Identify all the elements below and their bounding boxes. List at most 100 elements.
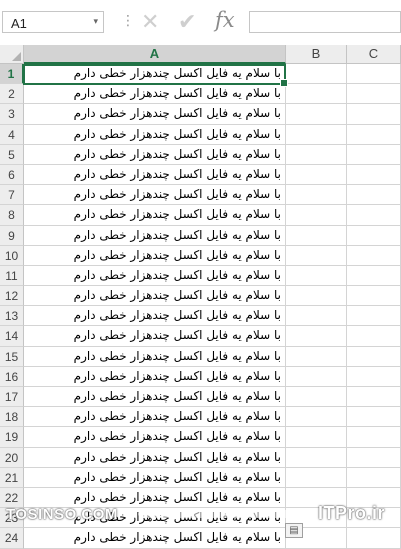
cell-c[interactable] xyxy=(347,245,401,266)
cell-a[interactable]: با سلام یه فایل اکسل چندهزار خطی دارم xyxy=(24,346,286,367)
cell-b[interactable] xyxy=(286,447,347,468)
row-header[interactable]: 2 xyxy=(0,84,24,105)
row-header[interactable]: 8 xyxy=(0,205,24,226)
cell-b[interactable] xyxy=(286,205,347,226)
cell-c[interactable] xyxy=(347,84,401,105)
cell-c[interactable] xyxy=(347,104,401,125)
cell-a[interactable]: با سلام یه فایل اکسل چندهزار خطی دارم xyxy=(24,64,286,85)
insert-function-icon[interactable]: fx xyxy=(215,8,235,32)
cell-a[interactable]: با سلام یه فایل اکسل چندهزار خطی دارم xyxy=(24,326,286,347)
row-header[interactable]: 13 xyxy=(0,306,24,327)
column-header-a[interactable]: A xyxy=(24,45,286,64)
cell-b[interactable] xyxy=(286,387,347,408)
cell-a[interactable]: با سلام یه فایل اکسل چندهزار خطی دارم xyxy=(24,104,286,125)
cell-a[interactable]: با سلام یه فایل اکسل چندهزار خطی دارم xyxy=(24,286,286,307)
cell-b[interactable] xyxy=(286,185,347,206)
row-header[interactable]: 15 xyxy=(0,346,24,367)
cell-b[interactable] xyxy=(286,225,347,246)
cell-c[interactable] xyxy=(347,265,401,287)
chevron-down-icon[interactable]: ▾ xyxy=(93,16,98,27)
cell-b[interactable] xyxy=(286,124,347,145)
name-box[interactable]: A1 ▾ xyxy=(2,11,104,33)
cell-a[interactable]: با سلام یه فایل اکسل چندهزار خطی دارم xyxy=(24,185,286,206)
cell-c[interactable] xyxy=(347,144,401,165)
row-header[interactable]: 4 xyxy=(0,124,24,145)
cell-a[interactable]: با سلام یه فایل اکسل چندهزار خطی دارم xyxy=(24,306,286,327)
row-header[interactable]: 18 xyxy=(0,407,24,428)
cell-a[interactable]: با سلام یه فایل اکسل چندهزار خطی دارم xyxy=(24,407,286,428)
cell-a[interactable]: با سلام یه فایل اکسل چندهزار خطی دارم xyxy=(24,205,286,226)
cell-b[interactable] xyxy=(286,467,347,488)
cell-b[interactable] xyxy=(286,265,347,287)
cell-c[interactable] xyxy=(347,185,401,206)
cell-b[interactable] xyxy=(286,64,347,85)
cell-c[interactable] xyxy=(347,286,401,307)
cell-c[interactable] xyxy=(347,366,401,387)
cell-c[interactable] xyxy=(347,205,401,226)
cell-c[interactable] xyxy=(347,225,401,246)
cell-a[interactable]: با سلام یه فایل اکسل چندهزار خطی دارم xyxy=(24,387,286,408)
cell-a[interactable]: با سلام یه فایل اکسل چندهزار خطی دارم xyxy=(24,265,286,287)
cell-b[interactable] xyxy=(286,306,347,327)
cell-c[interactable] xyxy=(347,467,401,488)
table-row: 10 با سلام یه فایل اکسل چندهزار خطی دارم xyxy=(0,245,401,266)
cell-c[interactable] xyxy=(347,306,401,327)
cell-a[interactable]: با سلام یه فایل اکسل چندهزار خطی دارم xyxy=(24,144,286,165)
row-header[interactable]: 20 xyxy=(0,447,24,468)
row-header[interactable]: 16 xyxy=(0,366,24,387)
row-header[interactable]: 6 xyxy=(0,164,24,186)
cell-a[interactable]: با سلام یه فایل اکسل چندهزار خطی دارم xyxy=(24,164,286,186)
row-header[interactable]: 12 xyxy=(0,286,24,307)
cell-b[interactable] xyxy=(286,366,347,387)
cell-a[interactable]: با سلام یه فایل اکسل چندهزار خطی دارم xyxy=(24,467,286,488)
cell-a[interactable]: با سلام یه فایل اکسل چندهزار خطی دارم xyxy=(24,124,286,145)
row-header[interactable]: 1 xyxy=(0,64,24,85)
row-header[interactable]: 3 xyxy=(0,104,24,125)
row-header[interactable]: 11 xyxy=(0,265,24,287)
cell-a[interactable]: با سلام یه فایل اکسل چندهزار خطی دارم xyxy=(24,427,286,448)
enter-icon[interactable]: ✔ xyxy=(178,9,196,35)
row-header[interactable]: 14 xyxy=(0,326,24,347)
row-header[interactable]: 24 xyxy=(0,528,24,549)
cell-c[interactable] xyxy=(347,427,401,448)
cell-c[interactable] xyxy=(347,528,401,549)
row-header[interactable]: 21 xyxy=(0,467,24,488)
cell-a[interactable]: با سلام یه فایل اکسل چندهزار خطی دارم xyxy=(24,366,286,387)
cell-b[interactable] xyxy=(286,346,347,367)
row-header[interactable]: 5 xyxy=(0,144,24,165)
cell-c[interactable] xyxy=(347,64,401,85)
column-header-c[interactable]: C xyxy=(347,45,401,64)
row-header[interactable]: 17 xyxy=(0,387,24,408)
row-header[interactable]: 19 xyxy=(0,427,24,448)
cell-b[interactable] xyxy=(286,164,347,186)
cell-b[interactable] xyxy=(286,427,347,448)
row-header[interactable]: 7 xyxy=(0,185,24,206)
row-header[interactable]: 10 xyxy=(0,245,24,266)
cell-b[interactable] xyxy=(286,326,347,347)
cell-c[interactable] xyxy=(347,164,401,186)
cell-b[interactable] xyxy=(286,104,347,125)
cell-b[interactable] xyxy=(286,286,347,307)
cancel-icon[interactable]: ✕ xyxy=(141,9,159,35)
cell-a[interactable]: با سلام یه فایل اکسل چندهزار خطی دارم xyxy=(24,528,286,549)
cell-c[interactable] xyxy=(347,407,401,428)
cell-c[interactable] xyxy=(347,326,401,347)
cell-c[interactable] xyxy=(347,447,401,468)
cell-a[interactable]: با سلام یه فایل اکسل چندهزار خطی دارم xyxy=(24,84,286,105)
cell-b[interactable] xyxy=(286,245,347,266)
cell-c[interactable] xyxy=(347,124,401,145)
cell-c[interactable] xyxy=(347,346,401,367)
cell-b[interactable] xyxy=(286,84,347,105)
cell-a[interactable]: با سلام یه فایل اکسل چندهزار خطی دارم xyxy=(24,225,286,246)
cell-b[interactable] xyxy=(286,144,347,165)
cell-c[interactable] xyxy=(347,387,401,408)
select-all-button[interactable] xyxy=(0,45,24,64)
row-header[interactable]: 9 xyxy=(0,225,24,246)
formula-input[interactable] xyxy=(249,11,401,33)
paste-options-icon[interactable]: ▤ xyxy=(285,523,303,538)
cell-a[interactable]: با سلام یه فایل اکسل چندهزار خطی دارم xyxy=(24,245,286,266)
cell-a[interactable]: با سلام یه فایل اکسل چندهزار خطی دارم xyxy=(24,447,286,468)
formula-bar-grip[interactable]: ⋮ xyxy=(121,12,135,29)
column-header-b[interactable]: B xyxy=(286,45,347,64)
cell-b[interactable] xyxy=(286,407,347,428)
